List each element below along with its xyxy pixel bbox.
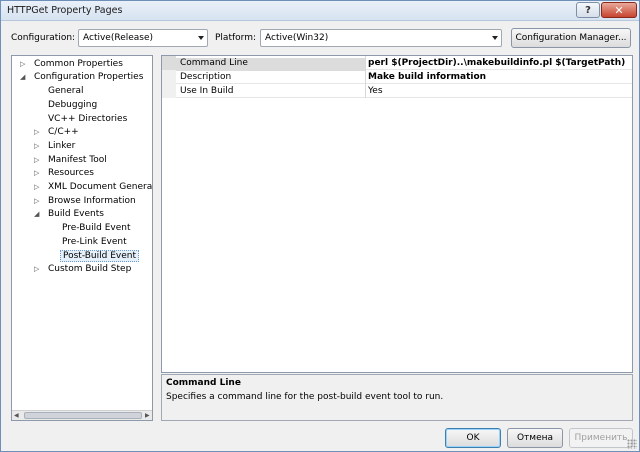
tree-item-label: Pre-Build Event — [62, 223, 131, 233]
tree-item-label: VC++ Directories — [48, 114, 128, 124]
property-tree: ▷ Common Properties ◢ Configuration Prop… — [11, 55, 153, 421]
property-value[interactable]: Yes — [365, 84, 632, 98]
platform-value: Active(Win32) — [265, 33, 329, 43]
expand-icon[interactable]: ▷ — [34, 183, 39, 191]
collapse-icon[interactable]: ◢ — [34, 210, 39, 218]
expand-icon[interactable]: ▷ — [34, 142, 39, 150]
tree-item-label: Pre-Link Event — [62, 237, 127, 247]
tree-item-label: Manifest Tool — [48, 155, 107, 165]
collapse-icon[interactable]: ◢ — [20, 73, 25, 81]
expand-icon[interactable]: ▷ — [34, 128, 39, 136]
configuration-value: Active(Release) — [83, 33, 154, 43]
tree-item-label: General — [48, 86, 84, 96]
expand-icon[interactable]: ▷ — [34, 156, 39, 164]
expand-icon[interactable]: ▷ — [20, 60, 25, 68]
row-gutter — [162, 70, 176, 84]
tree-item-label: Post-Build Event — [60, 250, 139, 262]
row-gutter — [162, 84, 176, 98]
tree-item-label: Debugging — [48, 100, 98, 110]
tree-item-label: Linker — [48, 141, 76, 151]
tree-item-label: Resources — [48, 168, 94, 178]
tree-item-label: Custom Build Step — [48, 264, 132, 274]
property-grid: Command Line perl $(ProjectDir)..\makebu… — [161, 55, 633, 373]
apply-button[interactable]: Применить — [569, 428, 633, 448]
description-text: Specifies a command line for the post-bu… — [166, 392, 444, 402]
chevron-down-icon — [492, 36, 498, 40]
platform-label: Platform: — [215, 33, 256, 43]
configuration-manager-button[interactable]: Configuration Manager... — [511, 28, 631, 48]
property-name: Description — [180, 72, 232, 82]
resize-grip-icon[interactable] — [627, 439, 637, 449]
scrollbar-thumb[interactable] — [24, 412, 142, 419]
expand-icon[interactable]: ▷ — [34, 265, 39, 273]
expand-icon[interactable]: ▷ — [34, 197, 39, 205]
title-bar: HTTPGet Property Pages ? ✕ — [1, 1, 639, 21]
description-title: Command Line — [166, 378, 241, 388]
tree-item-label: Common Properties — [34, 59, 123, 69]
tree-item-label: Browse Information — [48, 196, 136, 206]
close-icon: ✕ — [614, 3, 624, 17]
ok-button[interactable]: OK — [445, 428, 501, 448]
help-icon: ? — [585, 4, 591, 16]
property-row-use-in-build[interactable]: Use In Build Yes — [162, 84, 632, 98]
scroll-left-icon[interactable]: ◀ — [14, 412, 19, 419]
property-row-description[interactable]: Description Make build information — [162, 70, 632, 84]
expand-icon[interactable]: ▷ — [34, 169, 39, 177]
tree-horizontal-scrollbar[interactable]: ◀ ▶ — [12, 410, 152, 420]
scroll-right-icon[interactable]: ▶ — [145, 412, 150, 419]
tree-item-label: Build Events — [48, 209, 104, 219]
tree-item-label: XML Document Generator — [48, 182, 153, 192]
configuration-label: Configuration: — [11, 33, 76, 43]
description-panel: Command Line Specifies a command line fo… — [161, 374, 633, 421]
tree-item-label: C/C++ — [48, 127, 79, 137]
cancel-button[interactable]: Отмена — [507, 428, 563, 448]
tree-item-label: Configuration Properties — [34, 72, 144, 82]
configuration-bar: Configuration: Active(Release) Platform:… — [1, 28, 639, 51]
configuration-select[interactable]: Active(Release) — [78, 29, 208, 47]
property-row-command-line[interactable]: Command Line perl $(ProjectDir)..\makebu… — [162, 56, 632, 71]
close-button[interactable]: ✕ — [601, 2, 637, 18]
window-title: HTTPGet Property Pages — [7, 5, 123, 16]
property-value[interactable]: Make build information — [365, 70, 632, 84]
platform-select[interactable]: Active(Win32) — [260, 29, 502, 47]
property-pages-dialog: HTTPGet Property Pages ? ✕ Configuration… — [0, 0, 640, 452]
property-value[interactable]: perl $(ProjectDir)..\makebuildinfo.pl $(… — [365, 56, 632, 70]
row-gutter — [162, 56, 176, 70]
property-name: Use In Build — [180, 86, 234, 96]
help-button[interactable]: ? — [576, 2, 600, 18]
chevron-down-icon — [198, 36, 204, 40]
